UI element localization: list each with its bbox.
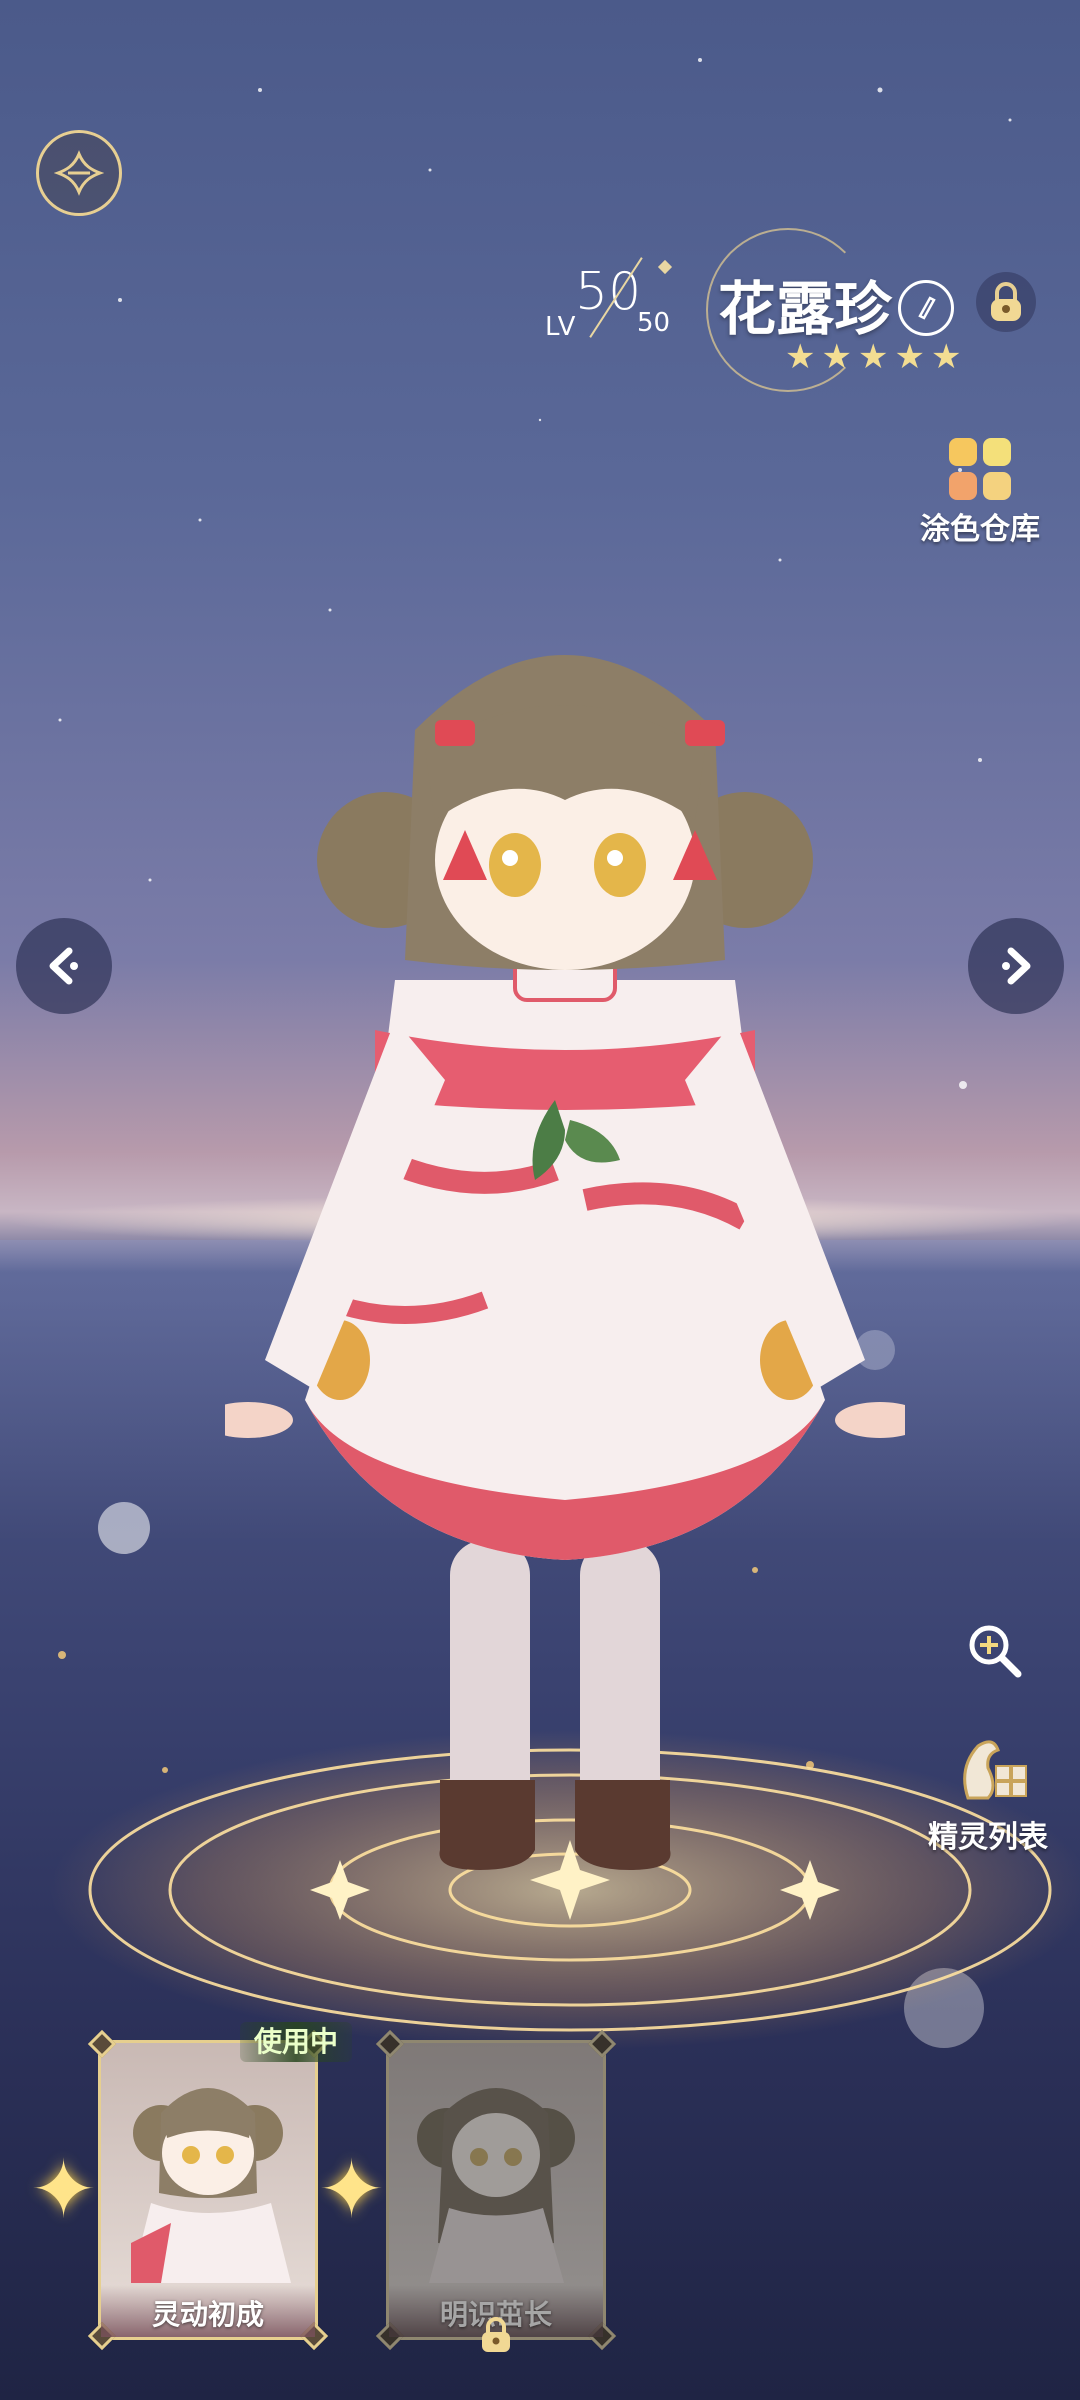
paint-warehouse-button[interactable]: 涂色仓库 [920, 438, 1040, 548]
next-character-button[interactable] [968, 918, 1064, 1014]
palette-icon [949, 438, 1011, 500]
palette-swatch-4 [983, 472, 1011, 500]
in-use-badge: 使用中 [240, 2022, 352, 2062]
star-icon: ★ [930, 337, 962, 377]
back-emblem-button[interactable] [36, 130, 122, 216]
pencil-icon [918, 296, 936, 320]
character-name: 花露珍 [718, 275, 893, 343]
outfit-portrait [417, 2088, 575, 2283]
level-display: LV 50 50 [545, 240, 725, 350]
zoom-button[interactable] [964, 1620, 1024, 1680]
outfit-portrait [131, 2088, 291, 2283]
winged-emblem-icon [54, 150, 104, 196]
palette-swatch-1 [949, 438, 977, 466]
paint-warehouse-label: 涂色仓库 [920, 512, 1040, 547]
spirit-list-label: 精灵列表 [928, 1820, 1048, 1855]
outfit-card-active[interactable]: 灵动初成 [87, 2029, 329, 2351]
level-label: LV [545, 312, 577, 342]
magnifier-plus-icon [969, 1625, 1022, 1678]
star-icon: ★ [894, 337, 925, 377]
rarity-stars: ★ ★ ★ ★ ★ [785, 340, 961, 374]
palette-swatch-3 [949, 472, 977, 500]
level-max: 50 [637, 308, 671, 338]
palette-swatch-2 [983, 438, 1011, 466]
selection-sparkle-left: ✦ [30, 2143, 98, 2236]
star-icon: ★ [821, 337, 852, 377]
edit-name-button[interactable] [898, 280, 954, 336]
previous-character-button[interactable] [16, 918, 112, 1014]
chevron-left-icon [49, 947, 78, 985]
level-divider-dot [657, 259, 673, 275]
chevron-right-icon [1002, 947, 1031, 985]
lock-icon [991, 282, 1021, 321]
star-icon: ★ [785, 337, 816, 377]
spirit-list-button[interactable]: 精灵列表 [928, 1728, 1048, 1856]
lock-icon [482, 2317, 510, 2352]
character-model [225, 655, 905, 1870]
lock-button[interactable] [976, 272, 1036, 332]
spirit-list-icon [963, 1740, 1027, 1800]
outfit-name: 灵动初成 [101, 2285, 315, 2337]
outfit-card-locked[interactable]: 明识茁长 [375, 2029, 617, 2351]
selection-sparkle-right: ✦ [318, 2143, 386, 2236]
star-icon: ★ [857, 337, 889, 377]
